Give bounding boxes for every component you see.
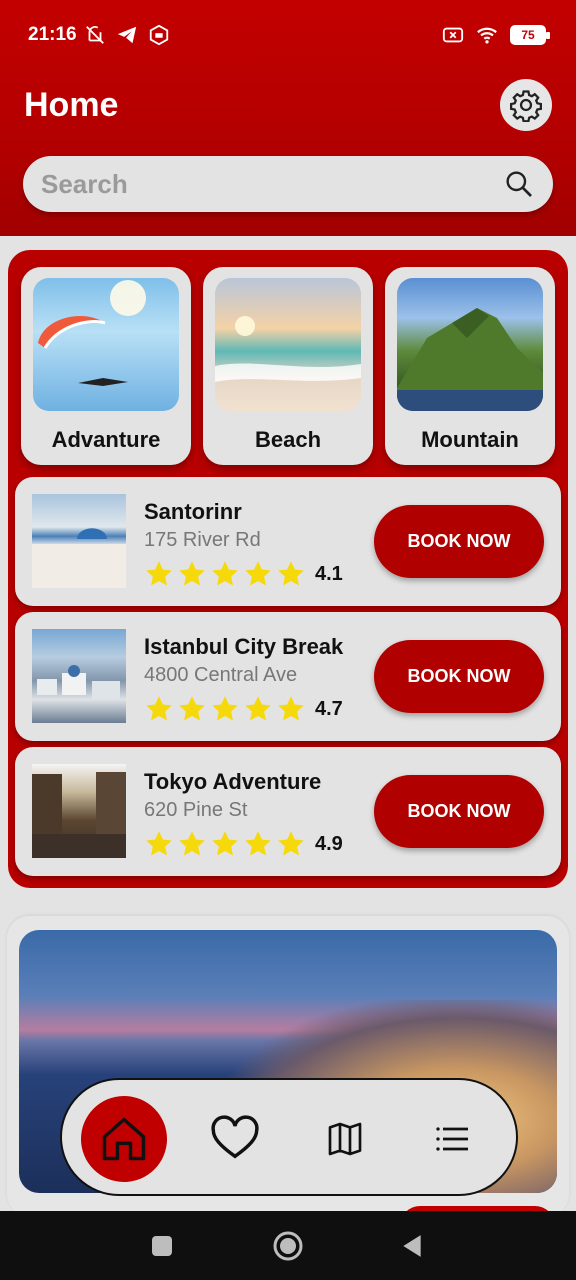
nav-map[interactable] — [302, 1096, 388, 1182]
category-label: Beach — [254, 427, 322, 452]
rating-stars: 4.7 — [144, 694, 343, 724]
heart-icon — [211, 1115, 259, 1159]
wifi-icon — [477, 27, 497, 44]
gear-icon — [509, 90, 543, 122]
star-icon — [278, 696, 304, 721]
recents-button[interactable] — [148, 1232, 176, 1260]
page-title: Home — [24, 86, 119, 124]
battery-icon: 75 — [510, 25, 550, 45]
trip-title: Istanbul City Break — [144, 634, 344, 659]
trip-thumbnail — [32, 494, 126, 588]
back-button[interactable] — [398, 1232, 426, 1260]
rating-value: 4.9 — [315, 832, 343, 855]
trip-address: 620 Pine St — [144, 799, 248, 821]
mute-icon — [86, 26, 104, 44]
search-bar[interactable] — [23, 156, 553, 212]
menu-icon — [436, 1127, 468, 1151]
star-icon — [212, 831, 238, 856]
mi-icon — [149, 24, 169, 46]
telegram-icon — [117, 26, 137, 44]
category-mountain[interactable]: Mountain — [385, 267, 555, 465]
status-icons-right: 75 — [442, 24, 550, 46]
bottom-nav — [60, 1078, 518, 1196]
book-now-button[interactable]: BOOK NOW — [374, 505, 544, 578]
category-advanture[interactable]: Advanture — [21, 267, 191, 465]
category-image-beach — [215, 278, 361, 411]
back-icon — [403, 1235, 421, 1257]
map-icon — [328, 1122, 362, 1156]
book-now-button[interactable]: BOOK NOW — [374, 640, 544, 713]
book-now-button[interactable]: BOOK NOW — [374, 775, 544, 848]
star-icon — [245, 696, 271, 721]
category-image-advanture — [33, 278, 179, 411]
status-bar: 21:16 75 — [0, 0, 576, 72]
status-icons-left — [84, 24, 170, 46]
star-icon — [146, 696, 172, 721]
star-icon — [245, 561, 271, 586]
settings-button[interactable] — [500, 79, 552, 131]
trip-row-santorinr[interactable]: Santorinr 175 River Rd 4.1 BOOK NOW — [15, 477, 561, 606]
star-icon — [245, 831, 271, 856]
category-beach[interactable]: Beach — [203, 267, 373, 465]
star-icon — [146, 561, 172, 586]
sim-off-icon — [442, 27, 464, 43]
nav-home[interactable] — [81, 1096, 167, 1182]
trip-thumbnail — [32, 629, 126, 723]
star-icon — [278, 561, 304, 586]
category-label: Mountain — [421, 427, 519, 452]
star-icon — [179, 561, 205, 586]
star-icon — [278, 831, 304, 856]
category-label: Advanture — [51, 427, 161, 452]
nav-favorites[interactable] — [192, 1096, 278, 1182]
star-icon — [179, 696, 205, 721]
star-icon — [212, 696, 238, 721]
home-system-button[interactable] — [272, 1230, 304, 1262]
rating-value: 4.1 — [315, 562, 343, 585]
trip-address: 4800 Central Ave — [144, 664, 298, 686]
trip-thumbnail — [32, 764, 126, 858]
trip-row-tokyo[interactable]: Tokyo Adventure 620 Pine St 4.9 BOOK NOW — [15, 747, 561, 876]
home-circle-icon — [273, 1231, 303, 1261]
rating-stars: 4.9 — [144, 829, 343, 859]
search-icon[interactable] — [503, 168, 535, 200]
rating-value: 4.7 — [315, 697, 343, 720]
search-input[interactable] — [41, 168, 503, 200]
home-icon — [102, 1117, 146, 1161]
category-image-mountain — [397, 278, 543, 411]
star-icon — [179, 831, 205, 856]
status-time: 21:16 — [28, 24, 77, 45]
trip-title: Santorinr — [144, 499, 242, 524]
trip-address: 175 River Rd — [144, 529, 261, 551]
star-icon — [212, 561, 238, 586]
star-icon — [146, 831, 172, 856]
system-nav-bar — [0, 1211, 576, 1280]
rating-stars: 4.1 — [144, 559, 343, 589]
trip-row-istanbul[interactable]: Istanbul City Break 4800 Central Ave 4.7… — [15, 612, 561, 741]
recents-icon — [152, 1236, 172, 1256]
trip-title: Tokyo Adventure — [144, 769, 322, 794]
nav-list[interactable] — [410, 1096, 496, 1182]
